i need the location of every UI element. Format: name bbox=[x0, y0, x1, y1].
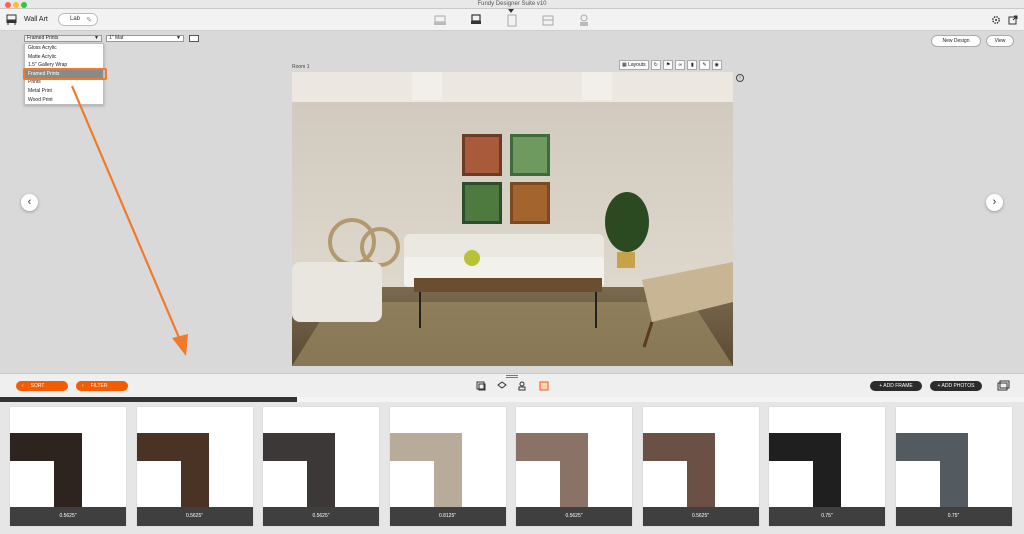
add-frame-button[interactable]: + ADD FRAME bbox=[870, 381, 922, 391]
mat-select[interactable]: 1" Mat ▼ bbox=[106, 35, 184, 42]
settings-gear-icon[interactable] bbox=[991, 15, 1001, 25]
previous-room-button[interactable]: ‹ bbox=[21, 194, 38, 211]
next-room-button[interactable]: › bbox=[986, 194, 1003, 211]
highlight-annotation-box bbox=[23, 68, 107, 80]
frames-tab-icon[interactable] bbox=[476, 381, 486, 391]
frame-card[interactable]: 0.5625" bbox=[136, 407, 253, 526]
mat-selected: 1" Mat bbox=[109, 35, 124, 41]
frame-card[interactable]: 0.5625" bbox=[10, 407, 126, 526]
main-toolbar: Wall Art Lab ✎ bbox=[0, 9, 1024, 31]
album-designer-icon[interactable] bbox=[432, 12, 448, 28]
frame-swatch bbox=[516, 433, 588, 507]
frame-swatch bbox=[642, 433, 715, 507]
dropdown-option-metal-print[interactable]: Metal Print bbox=[25, 87, 103, 96]
layouts-button[interactable]: ▦ Layouts bbox=[619, 60, 649, 70]
chevron-down-icon: ▼ bbox=[94, 35, 99, 41]
people-tab-icon[interactable] bbox=[518, 381, 528, 391]
room-photo bbox=[292, 72, 733, 366]
frame-width-label: 0.75" bbox=[769, 507, 885, 526]
room-label: Room 1 bbox=[292, 64, 310, 70]
dropdown-option-gloss-acrylic[interactable]: Gloss Acrylic bbox=[25, 44, 103, 53]
frame-card[interactable]: 0.8125" bbox=[389, 407, 506, 526]
frame-width-label: 0.5625" bbox=[516, 507, 632, 526]
refresh-icon[interactable]: ↻ bbox=[650, 60, 661, 70]
frame-strip: 0.5625" 0.5625" 0.5625" 0.8125" 0.5625" 0.562… bbox=[0, 402, 1024, 534]
view-button[interactable]: View bbox=[986, 35, 1014, 47]
frame-width-label: 0.8125" bbox=[389, 507, 506, 526]
room-scene[interactable] bbox=[292, 72, 733, 366]
filter-label: FILTER bbox=[90, 383, 108, 389]
section-title: Wall Art bbox=[24, 16, 48, 23]
frame-width-label: 0.5625" bbox=[136, 507, 253, 526]
frame-swatch bbox=[263, 433, 335, 507]
eye-icon[interactable]: ◉ bbox=[711, 60, 722, 70]
frame-card[interactable]: 0.75" bbox=[769, 407, 885, 526]
room-toolbar: ▦ Layouts ↻ ⚑ ∞ ▮ ✎ ◉ bbox=[619, 60, 722, 70]
frame-swatch bbox=[895, 433, 968, 507]
sort-label: SORT bbox=[30, 383, 45, 389]
frame-card[interactable]: 0.5625" bbox=[642, 407, 759, 526]
link-icon[interactable]: ∞ bbox=[675, 60, 686, 70]
gallery-tab-icon[interactable] bbox=[539, 381, 549, 391]
control-bar: ‹ SORT ‹ FILTER + ADD FRAME + ADD PHOTOS bbox=[0, 373, 1024, 397]
frame-width-label: 0.5625" bbox=[642, 507, 759, 526]
filter-button[interactable]: ‹ FILTER bbox=[76, 381, 128, 391]
lab-selector[interactable]: Lab ✎ bbox=[58, 13, 98, 26]
new-design-button[interactable]: New Design bbox=[931, 35, 981, 47]
layouts-label: Layouts bbox=[628, 62, 646, 68]
frame-swatch bbox=[10, 433, 82, 507]
wall-art-designer-icon[interactable] bbox=[468, 12, 484, 28]
edit-pencil-icon: ✎ bbox=[86, 17, 92, 24]
trash-icon[interactable]: ▮ bbox=[687, 60, 698, 70]
layers-tab-icon[interactable] bbox=[497, 381, 507, 391]
expand-panel-icon[interactable] bbox=[997, 380, 1010, 391]
resize-handle[interactable] bbox=[506, 375, 518, 378]
card-designer-icon[interactable] bbox=[504, 12, 520, 28]
frame-card[interactable]: 0.5625" bbox=[516, 407, 632, 526]
frame-width-label: 0.5625" bbox=[10, 507, 126, 526]
proofing-icon[interactable] bbox=[540, 12, 556, 28]
dropdown-option-wood-print[interactable]: Wood Print bbox=[25, 96, 103, 105]
frame-width-label: 0.75" bbox=[895, 507, 1012, 526]
sales-icon[interactable] bbox=[576, 12, 592, 28]
product-type-selected: Framed Prints bbox=[27, 35, 59, 41]
frame-swatch bbox=[769, 433, 841, 507]
wall-art-icon[interactable] bbox=[6, 14, 17, 25]
flag-icon[interactable]: ⚑ bbox=[662, 60, 674, 70]
frame-card[interactable]: 0.5625" bbox=[263, 407, 379, 526]
sort-arrow-icon: ‹ bbox=[22, 383, 31, 389]
product-type-select[interactable]: Framed Prints ▼ bbox=[24, 35, 102, 42]
frame-swatch bbox=[389, 433, 462, 507]
lab-label: Lab bbox=[70, 16, 81, 22]
tutorial-arrow-head bbox=[172, 334, 188, 356]
add-photos-button[interactable]: + ADD PHOTOS bbox=[930, 381, 982, 391]
frame-swatch bbox=[136, 433, 209, 507]
chevron-down-icon: ▼ bbox=[176, 35, 181, 41]
frame-preview-toggle[interactable] bbox=[189, 35, 199, 42]
frame-card[interactable]: 0.75" bbox=[895, 407, 1012, 526]
room-settings-icon[interactable]: › bbox=[736, 74, 744, 82]
sort-button[interactable]: ‹ SORT bbox=[16, 381, 68, 391]
share-export-icon[interactable] bbox=[1008, 15, 1018, 25]
pencil-icon[interactable]: ✎ bbox=[699, 60, 710, 70]
dropdown-option-matte-acrylic[interactable]: Matte Acrylic bbox=[25, 53, 103, 62]
title-bar: Fundy Designer Suite v10 bbox=[0, 0, 1024, 9]
filter-arrow-icon: ‹ bbox=[82, 383, 91, 389]
window-title: Fundy Designer Suite v10 bbox=[477, 1, 547, 7]
frame-width-label: 0.5625" bbox=[263, 507, 379, 526]
